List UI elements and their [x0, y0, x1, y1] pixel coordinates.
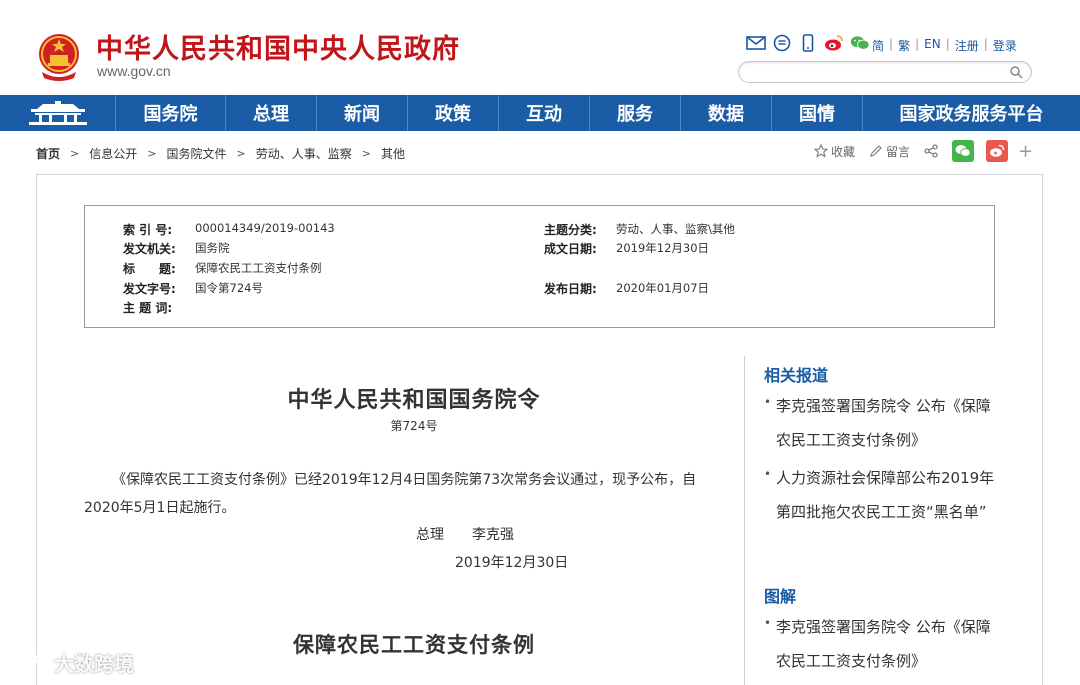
nav-data[interactable]: 数据: [681, 95, 772, 131]
main-nav: 国务院 总理 新闻 政策 互动 服务 数据 国情 国家政务服务平台: [0, 95, 1080, 131]
watermark-logo-icon: [10, 651, 44, 674]
share-weibo-button[interactable]: [986, 140, 1009, 162]
more-share-button[interactable]: +: [1018, 141, 1033, 162]
link-login[interactable]: 登录: [993, 37, 1017, 54]
meta-label: 主 题 词:: [123, 301, 173, 315]
related-report-item[interactable]: 人力资源社会保障部公布2019年第四批拖欠农民工工资“黑名单”: [764, 457, 999, 529]
article-body: 《保障农民工工资支付条例》已经2019年12月4日国务院第73次常务会议通过，现…: [84, 472, 697, 516]
related-report-item[interactable]: 李克强签署国务院令 公布《保障农民工工资支付条例》: [764, 385, 999, 457]
meta-label: 发布日期:: [544, 282, 597, 296]
meta-title-row: 标 题: 保障农民工工资支付条例: [123, 260, 322, 277]
article-number: 第724号: [390, 419, 438, 433]
link-register[interactable]: 注册: [955, 37, 979, 54]
article-title: 中华人民共和国国务院令: [287, 387, 541, 413]
divider: |: [915, 37, 920, 51]
meta-docno-row: 发文字号: 国令第724号: [123, 280, 263, 297]
site-title[interactable]: 中华人民共和国中央人民政府: [96, 27, 460, 66]
chevron-right-icon: >: [361, 147, 371, 160]
meta-value: 保障农民工工资支付条例: [195, 261, 322, 275]
divider: |: [983, 37, 988, 51]
meta-value: 2020年01月07日: [616, 281, 710, 295]
search-input[interactable]: [749, 63, 1009, 83]
gate-icon: [28, 101, 87, 125]
breadcrumb-info-public[interactable]: 信息公开: [89, 145, 137, 162]
chevron-right-icon: >: [147, 147, 157, 160]
meta-publish-date-row: 发布日期: 2020年01月07日: [544, 280, 709, 297]
related-reports-heading: 相关报道: [764, 366, 829, 385]
nav-home[interactable]: [0, 95, 116, 131]
meta-value: 国令第724号: [195, 281, 263, 295]
top-links: 简 | 繁 | EN | 注册 | 登录: [872, 37, 1017, 54]
meta-label: 发文字号:: [123, 282, 176, 296]
nav-policy[interactable]: 政策: [408, 95, 499, 131]
meta-value: 劳动、人事、监察\其他: [616, 222, 735, 236]
weibo-icon[interactable]: [824, 34, 844, 52]
nav-services[interactable]: 服务: [590, 95, 681, 131]
message-icon[interactable]: [772, 34, 792, 52]
wechat-icon: [955, 145, 971, 157]
article-tools: 收藏 留言 +: [814, 140, 1033, 162]
share-button[interactable]: [924, 144, 938, 158]
meta-label: 主题分类:: [544, 223, 597, 237]
document-metadata-table: 索 引 号: 000014349/2019-00143 主题分类: 劳动、人事、…: [84, 205, 995, 328]
weibo-icon: [990, 144, 1005, 157]
sidebar-divider: [744, 356, 745, 685]
site-header: 中华人民共和国中央人民政府 www.gov.cn 简 | 繁 | EN | 注册…: [0, 0, 1080, 95]
nav-news[interactable]: 新闻: [317, 95, 408, 131]
share-icon: [924, 144, 938, 158]
nav-interaction[interactable]: 互动: [499, 95, 590, 131]
meta-topic-row: 主题分类: 劳动、人事、监察\其他: [544, 221, 735, 238]
chevron-right-icon: >: [70, 147, 80, 160]
meta-label: 标 题:: [123, 262, 176, 276]
nav-gov-service-platform[interactable]: 国家政务服务平台: [863, 95, 1080, 131]
search-icon[interactable]: [1009, 65, 1023, 79]
favorite-button[interactable]: 收藏: [814, 143, 855, 160]
watermark-text: 大数跨境: [54, 652, 134, 676]
site-url[interactable]: www.gov.cn: [97, 63, 171, 79]
link-simplified[interactable]: 简: [872, 37, 884, 54]
watermark: 大数跨境: [8, 648, 134, 677]
meta-label: 索 引 号:: [123, 223, 173, 237]
comment-button[interactable]: 留言: [869, 143, 910, 160]
pencil-icon: [870, 145, 882, 157]
meta-value: 国务院: [195, 241, 230, 255]
nav-premier[interactable]: 总理: [226, 95, 317, 131]
top-icons: [746, 34, 870, 52]
article-signature: 总理 李克强: [416, 527, 514, 543]
divider: |: [889, 37, 894, 51]
meta-label: 成文日期:: [544, 242, 597, 256]
meta-label: 发文机关:: [123, 242, 176, 256]
national-emblem-icon[interactable]: [36, 32, 82, 82]
meta-index-row: 索 引 号: 000014349/2019-00143: [123, 221, 335, 238]
meta-value: 000014349/2019-00143: [195, 221, 335, 235]
regulation-title: 保障农民工工资支付条例: [293, 632, 535, 657]
wechat-icon[interactable]: [850, 34, 870, 52]
breadcrumb-labor[interactable]: 劳动、人事、监察: [256, 145, 352, 162]
mail-icon[interactable]: [746, 34, 766, 52]
breadcrumb-other[interactable]: 其他: [381, 145, 405, 162]
star-icon: [814, 144, 828, 158]
meta-value: 2019年12月30日: [616, 241, 710, 255]
comment-label: 留言: [886, 144, 911, 159]
nav-state-council[interactable]: 国务院: [116, 95, 226, 131]
chevron-right-icon: >: [236, 147, 246, 160]
share-wechat-button[interactable]: [952, 140, 975, 162]
breadcrumb-state-council-docs[interactable]: 国务院文件: [166, 145, 226, 162]
breadcrumb-home[interactable]: 首页: [36, 145, 60, 162]
link-traditional[interactable]: 繁: [898, 37, 910, 54]
meta-subject-row: 主 题 词:: [123, 299, 195, 316]
meta-written-date-row: 成文日期: 2019年12月30日: [544, 240, 709, 257]
breadcrumb: 首页 > 信息公开 > 国务院文件 > 劳动、人事、监察 > 其他: [36, 145, 405, 162]
divider: |: [945, 37, 950, 51]
graphic-item[interactable]: 李克强签署国务院令 公布《保障农民工工资支付条例》: [764, 606, 999, 678]
meta-issuer-row: 发文机关: 国务院: [123, 240, 230, 257]
mobile-icon[interactable]: [798, 34, 818, 52]
favorite-label: 收藏: [831, 144, 856, 159]
graphic-heading: 图解: [764, 587, 797, 606]
search-box: [738, 61, 1032, 83]
article-date: 2019年12月30日: [455, 555, 569, 571]
link-english[interactable]: EN: [924, 37, 941, 54]
nav-national-info[interactable]: 国情: [772, 95, 863, 131]
